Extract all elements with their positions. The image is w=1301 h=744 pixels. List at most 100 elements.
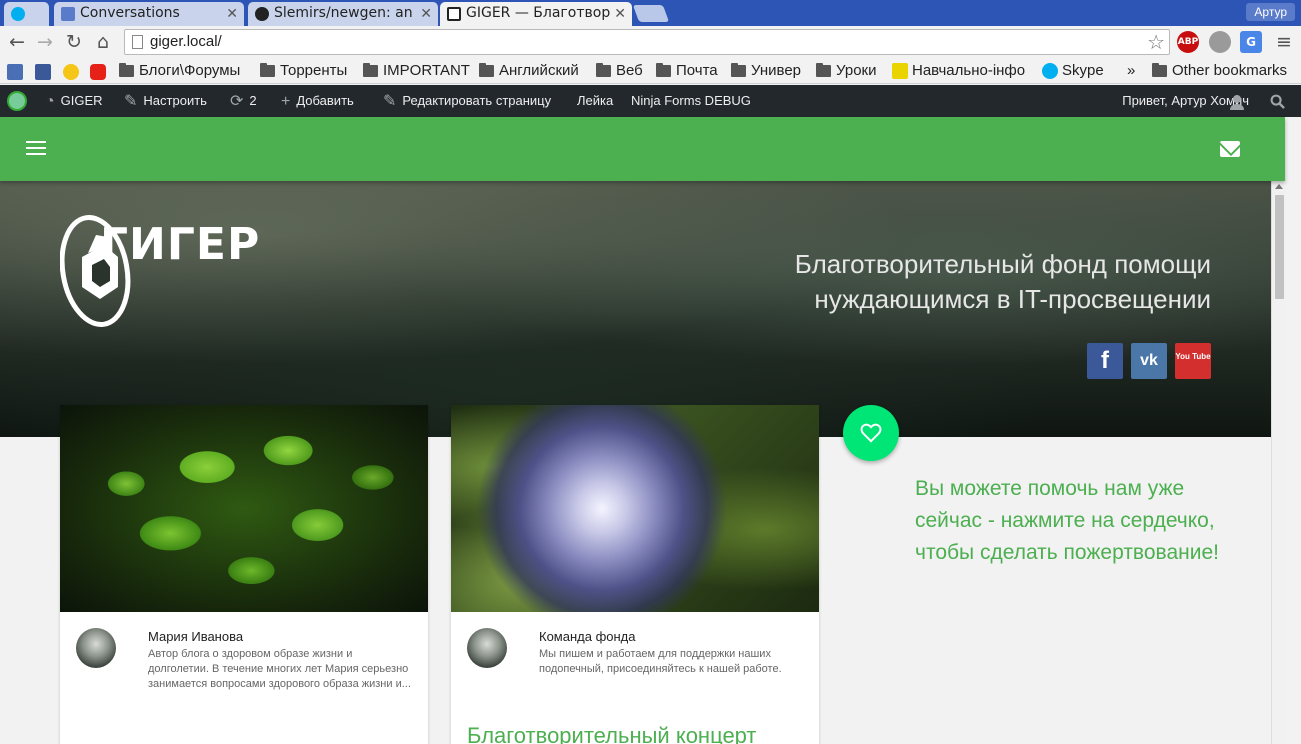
admin-site-name[interactable]: ◔ GIGER — [45, 85, 103, 117]
translate-icon[interactable]: G — [1240, 31, 1262, 53]
browser-tab-strip: Conversations ✕ Slemirs/newgen: an ✕ GIG… — [0, 0, 1301, 26]
bookmark-label: Skype — [1062, 62, 1104, 79]
post-image-leaves[interactable] — [60, 405, 428, 612]
home-icon[interactable]: ⌂ — [92, 31, 114, 53]
tab-conversations[interactable]: Conversations ✕ — [54, 2, 244, 26]
bookmark-other[interactable]: Other bookmarks — [1152, 61, 1287, 81]
scroll-up-icon[interactable] — [1275, 184, 1283, 189]
bookmark-folder[interactable]: Веб — [596, 61, 643, 81]
logo-wordmark[interactable]: ГИГЕР — [100, 219, 260, 270]
folder-icon — [119, 63, 134, 77]
updates-icon: ⟳ — [230, 93, 244, 110]
new-tab-button[interactable] — [632, 5, 670, 22]
folder-icon — [596, 63, 611, 77]
post-card[interactable]: Команда фонда Мы пишем и работаем для по… — [451, 405, 819, 744]
page-scrollbar[interactable] — [1271, 181, 1286, 744]
bookmark-label: Английский — [499, 62, 579, 79]
scrollbar-thumb[interactable] — [1275, 195, 1284, 299]
folder-icon — [479, 63, 494, 77]
site-header — [0, 117, 1285, 181]
tab-github[interactable]: Slemirs/newgen: an ✕ — [248, 2, 438, 26]
bookmark-folder[interactable]: IMPORTANT — [363, 61, 470, 81]
post-title[interactable]: Благотворительный концерт — [467, 723, 757, 744]
close-icon[interactable]: ✕ — [614, 6, 626, 22]
back-icon[interactable]: ← — [6, 31, 28, 53]
admin-customize-label: Настроить — [143, 93, 207, 108]
bookmark-label: Универ — [751, 62, 802, 79]
hamburger-menu-icon[interactable] — [26, 141, 46, 157]
bookmark-label: Торренты — [280, 62, 348, 79]
bookmark-folder[interactable]: Уроки — [816, 61, 876, 81]
bookmark-folder[interactable]: Почта — [656, 61, 718, 81]
admin-ninja-forms[interactable]: Ninja Forms DEBUG — [631, 85, 751, 117]
facebook-icon[interactable]: f — [1087, 343, 1123, 379]
author-bio: Автор блога о здоровом образе жизни и до… — [148, 648, 411, 690]
vk-icon[interactable]: vk — [1131, 343, 1167, 379]
bookmark-folder[interactable]: Английский — [479, 61, 579, 81]
bookmark-label: Блоги\Форумы — [139, 62, 241, 79]
bookmark-label: IMPORTANT — [383, 62, 470, 79]
admin-updates-count: 2 — [249, 93, 257, 108]
menu-icon[interactable]: ≡ — [1273, 31, 1295, 53]
close-icon[interactable]: ✕ — [226, 6, 238, 22]
bookmarks-overflow-button[interactable]: » — [1107, 61, 1135, 81]
admin-site-label: GIGER — [60, 93, 103, 108]
folder-icon — [731, 63, 746, 77]
url-text: giger.local/ — [150, 33, 222, 50]
bookmark-folder[interactable]: Универ — [731, 61, 801, 81]
admin-add-new[interactable]: + Добавить — [281, 85, 354, 117]
tab-label: Conversations — [80, 5, 180, 21]
navchalno-icon — [892, 63, 908, 79]
donate-heart-button[interactable] — [843, 405, 899, 461]
dashboard-icon: ◔ — [45, 93, 55, 110]
post-card[interactable]: Мария Иванова Автор блога о здоровом обр… — [60, 405, 428, 744]
donate-call-to-action: Вы можете помочь нам уже сейчас - нажмит… — [915, 477, 1219, 564]
apps-icon[interactable] — [7, 64, 23, 80]
folder-icon — [816, 63, 831, 77]
bookmark-icon[interactable] — [63, 64, 79, 80]
user-icon[interactable] — [1229, 94, 1245, 110]
folder-icon — [656, 63, 671, 77]
tab-giger[interactable]: GIGER — Благотвор ✕ — [440, 2, 632, 26]
admin-customize[interactable]: ✎ Настроить — [124, 85, 207, 117]
folder-icon — [260, 63, 275, 77]
tab-skype[interactable] — [4, 2, 49, 26]
admin-edit-page[interactable]: ✎ Редактировать страницу — [383, 85, 551, 117]
admin-leyka[interactable]: Лейка — [577, 85, 613, 117]
bookmark-skype[interactable]: Skype — [1042, 61, 1104, 81]
admin-add-new-label: Добавить — [296, 93, 354, 108]
bookmark-label: Уроки — [836, 62, 877, 79]
page-icon — [132, 35, 143, 49]
abp-icon[interactable]: ABP — [1177, 31, 1199, 53]
reload-icon[interactable]: ↻ — [63, 31, 85, 53]
skype-icon — [11, 7, 25, 21]
address-bar[interactable]: giger.local/ ☆ — [124, 29, 1170, 55]
bookmark-label: Почта — [676, 62, 718, 79]
author-name[interactable]: Команда фонда — [539, 629, 636, 644]
extension-icon[interactable] — [1209, 31, 1231, 53]
bookmark-label: Веб — [616, 62, 643, 79]
wp-admin-bar: ◔ GIGER ✎ Настроить ⟳ 2 + Добавить ✎ Редактир… — [0, 85, 1301, 117]
bookmarks-bar: Блоги\Форумы Торренты IMPORTANT Английск… — [0, 58, 1301, 84]
browser-toolbar: ← → ↻ ⌂ giger.local/ ☆ ABP G ≡ — [0, 26, 1301, 58]
admin-updates[interactable]: ⟳ 2 — [230, 85, 257, 117]
bookmark-navchalno[interactable]: Навчально-інфо — [892, 61, 1025, 81]
author-name[interactable]: Мария Иванова — [148, 629, 243, 644]
hero-banner: ГИГЕР Благотворительный фонд помощи нужд… — [0, 181, 1271, 437]
search-icon[interactable] — [1270, 94, 1285, 109]
mail-icon[interactable] — [1220, 141, 1240, 157]
post-image-flower[interactable] — [451, 405, 819, 612]
bookmark-star-icon[interactable]: ☆ — [1147, 30, 1165, 54]
forward-icon[interactable]: → — [34, 31, 56, 53]
bookmark-folder[interactable]: Торренты — [260, 61, 347, 81]
youtube-icon[interactable]: You Tube — [1175, 343, 1211, 379]
profile-button[interactable]: Артур — [1246, 3, 1295, 21]
admin-edit-page-label: Редактировать страницу — [402, 93, 552, 108]
close-icon[interactable]: ✕ — [420, 6, 432, 22]
youtube-bookmark-icon[interactable] — [90, 64, 106, 80]
folder-icon — [363, 63, 378, 77]
facebook-bookmark-icon[interactable] — [35, 64, 51, 80]
github-icon — [255, 7, 269, 21]
bookmark-folder[interactable]: Блоги\Форумы — [119, 61, 240, 81]
wordpress-icon[interactable] — [7, 91, 27, 111]
